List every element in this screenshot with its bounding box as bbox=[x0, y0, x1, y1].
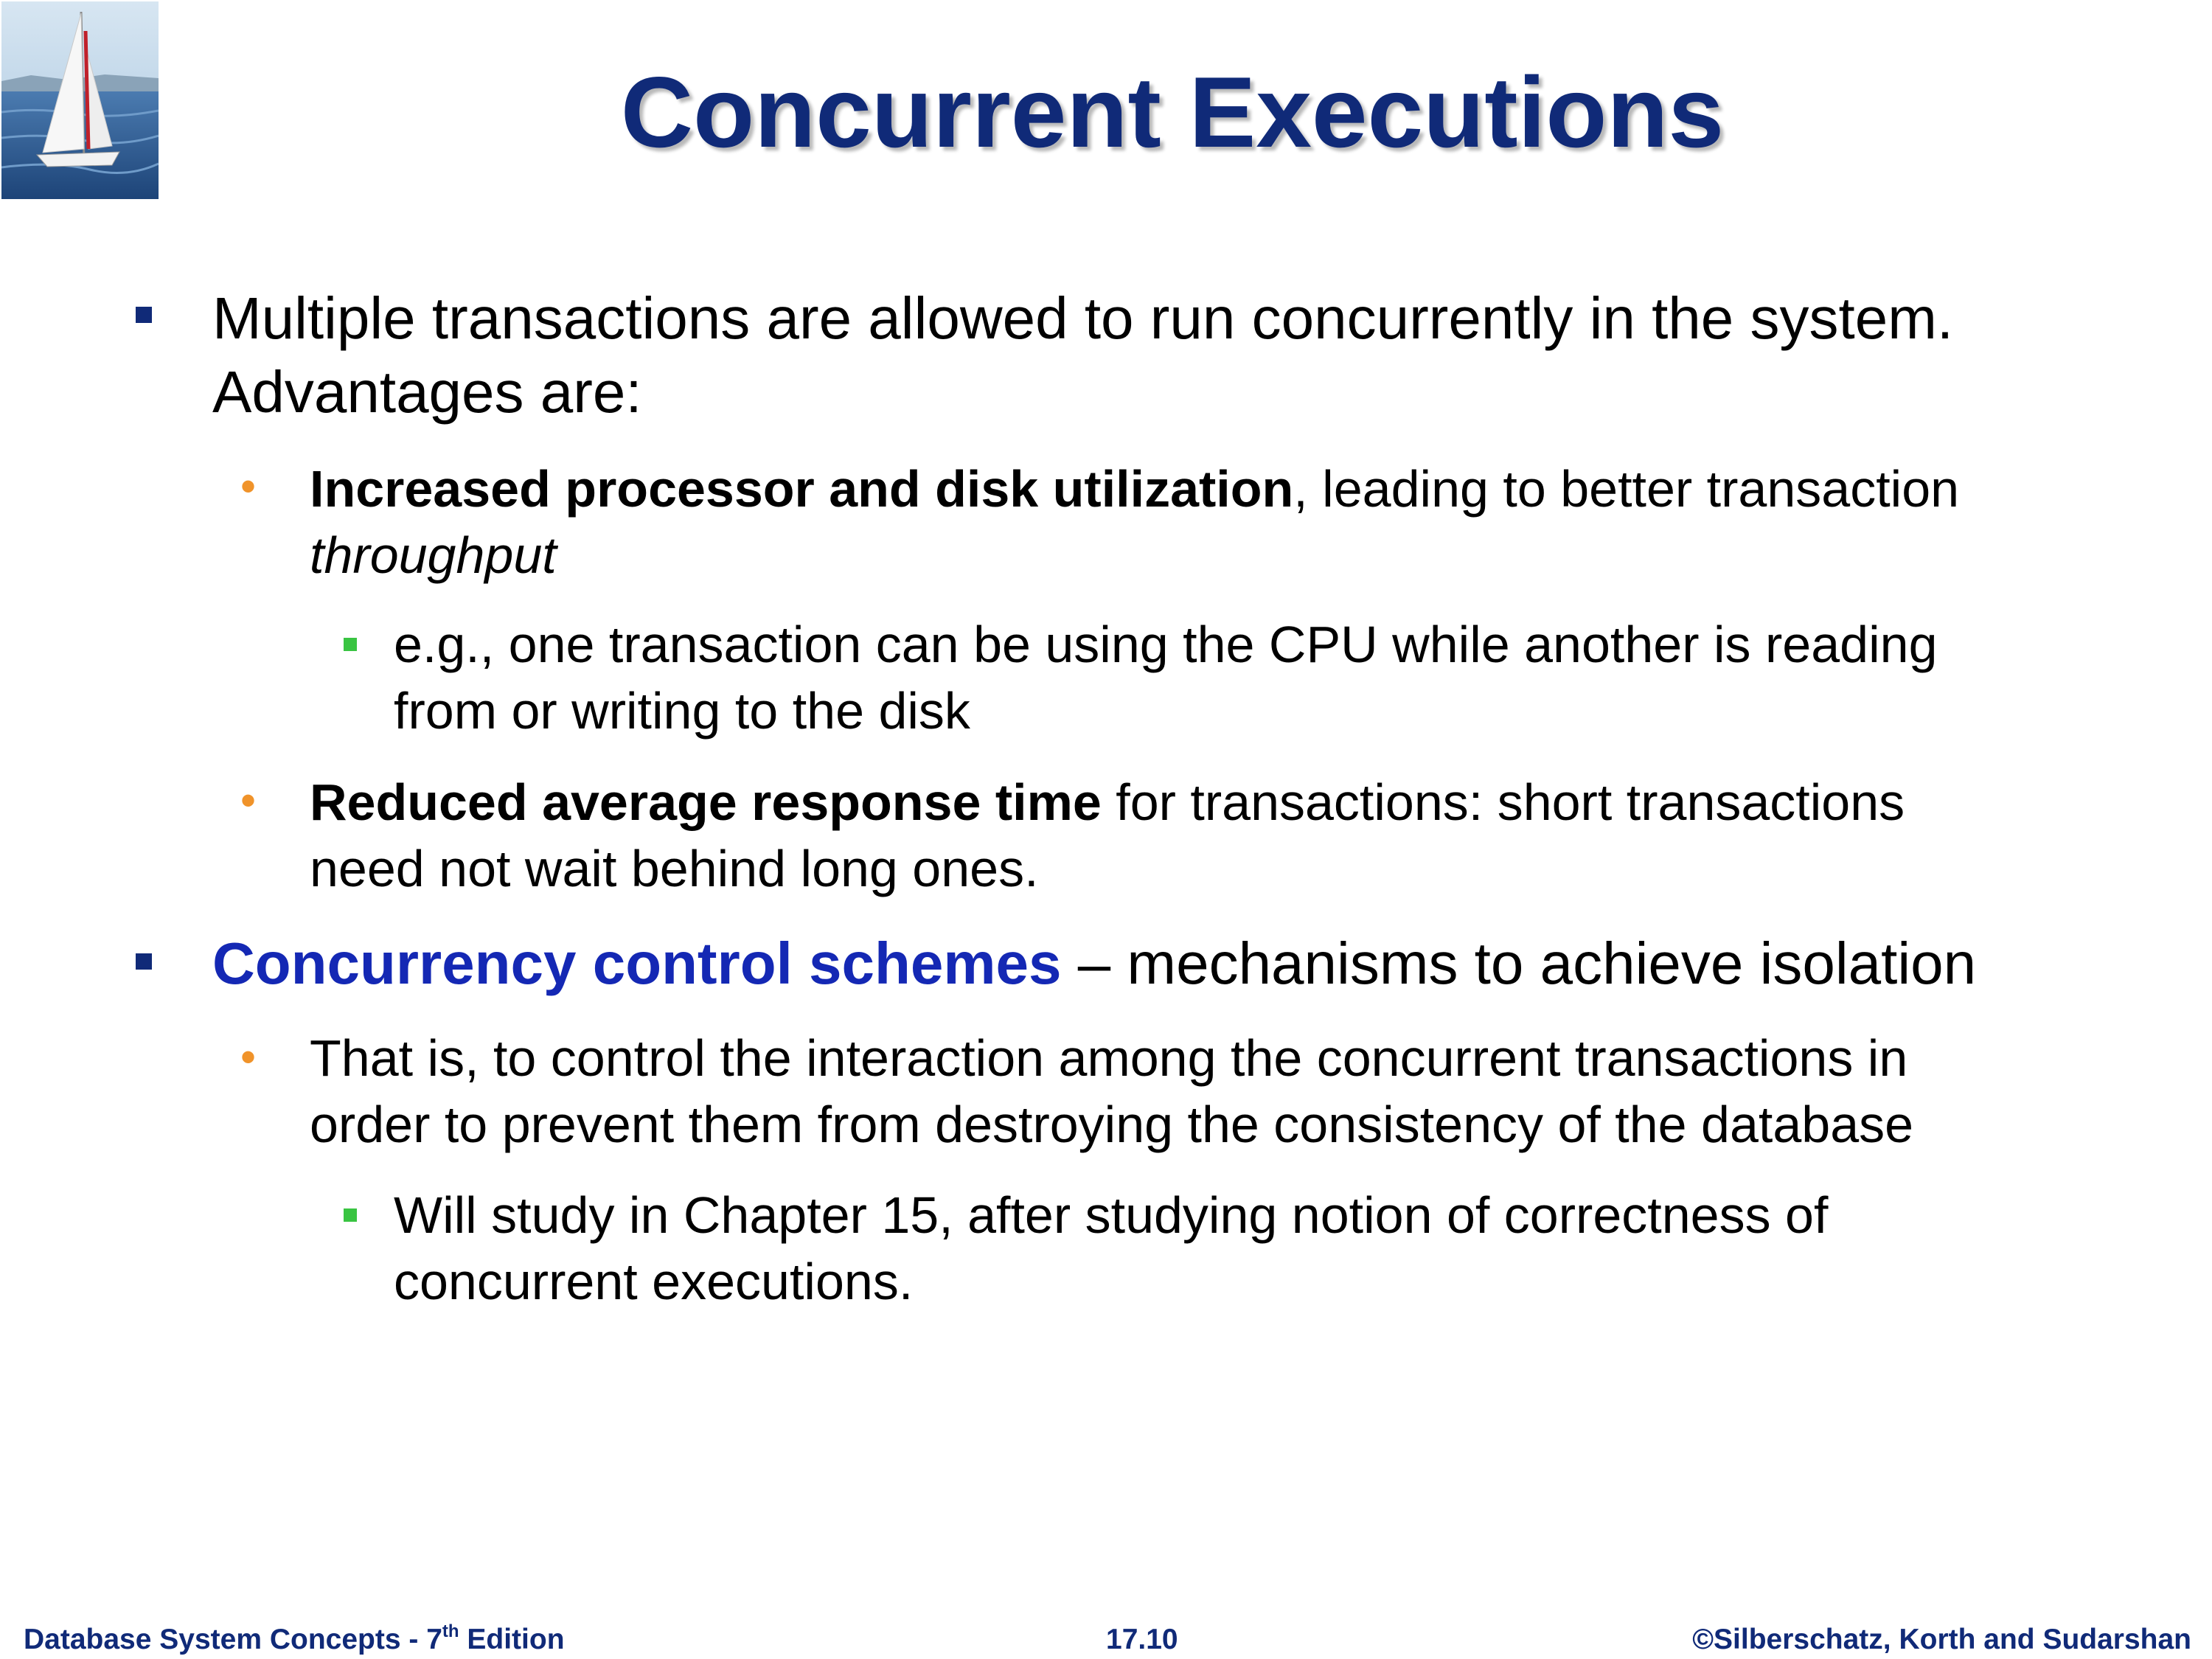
bullet-text-continued: from or writing to the disk bbox=[394, 682, 970, 740]
dot-bullet-icon: • bbox=[240, 776, 257, 825]
bullet-text: e.g., one transaction can be using the C… bbox=[394, 616, 1938, 673]
bullet-italic-term: throughput bbox=[310, 526, 557, 584]
bullet-text-continued: Advantages are: bbox=[212, 359, 642, 425]
bullet-text: , leading to better transaction bbox=[1293, 460, 1960, 518]
bullet-reduced-response-time: Reduced average response time for transa… bbox=[310, 769, 2131, 902]
bullet-text-continued: order to prevent them from destroying th… bbox=[310, 1096, 1914, 1153]
bullet-multiple-transactions: Multiple transactions are allowed to run… bbox=[212, 282, 2100, 429]
bullet-highlight-term: Concurrency control schemes bbox=[212, 931, 1062, 996]
footer-book-title: Database System Concepts - 7th Edition bbox=[24, 1622, 565, 1658]
green-square-bullet-icon bbox=[344, 638, 357, 651]
footer-copyright: ©Silberschatz, Korth and Sudarshan bbox=[1692, 1624, 2191, 1655]
bullet-increased-utilization: Increased processor and disk utilization… bbox=[310, 456, 2131, 588]
bullet-control-interaction: That is, to control the interaction amon… bbox=[310, 1025, 2131, 1158]
footer-book-title-text: Database System Concepts - 7 bbox=[24, 1624, 442, 1655]
green-square-bullet-icon bbox=[344, 1208, 357, 1222]
square-bullet-icon bbox=[136, 953, 152, 970]
bullet-text: That is, to control the interaction amon… bbox=[310, 1029, 1908, 1087]
bullet-text-continued: concurrent executions. bbox=[394, 1253, 914, 1310]
bullet-example-cpu: e.g., one transaction can be using the C… bbox=[394, 611, 2119, 744]
bullet-text: Multiple transactions are allowed to run… bbox=[212, 285, 1954, 351]
footer-edition-text: Edition bbox=[459, 1624, 565, 1655]
bullet-text: Will study in Chapter 15, after studying… bbox=[394, 1186, 1829, 1244]
bullet-concurrency-control: Concurrency control schemes – mechanisms… bbox=[212, 927, 2100, 1001]
dot-bullet-icon: • bbox=[240, 462, 257, 511]
bullet-chapter-reference: Will study in Chapter 15, after studying… bbox=[394, 1182, 2119, 1315]
bullet-bold-phrase: Increased processor and disk utilization bbox=[310, 460, 1294, 518]
footer-slide-number: 17.10 bbox=[1106, 1624, 1178, 1655]
slide-body: Multiple transactions are allowed to run… bbox=[0, 0, 2212, 1659]
bullet-bold-phrase: Reduced average response time bbox=[310, 773, 1102, 831]
footer-edition-superscript: th bbox=[442, 1621, 459, 1641]
dot-bullet-icon: • bbox=[240, 1032, 257, 1082]
bullet-text: – mechanisms to achieve isolation bbox=[1061, 931, 1977, 996]
bullet-text: for transactions: short transactions bbox=[1101, 773, 1905, 831]
square-bullet-icon bbox=[136, 307, 152, 323]
bullet-text-continued: need not wait behind long ones. bbox=[310, 840, 1039, 897]
